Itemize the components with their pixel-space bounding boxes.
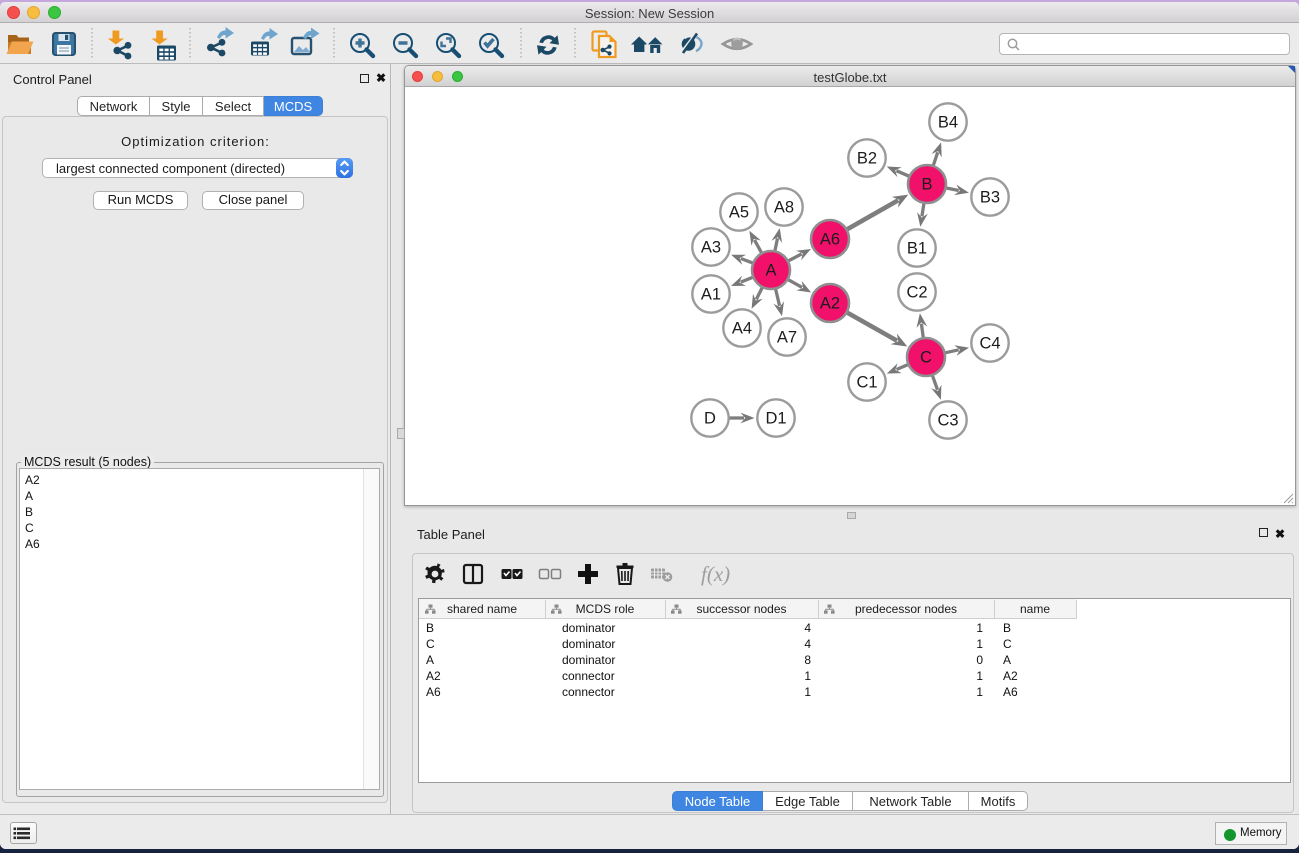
svg-text:B2: B2 — [857, 150, 877, 168]
svg-text:A: A — [765, 262, 776, 280]
svg-text:C2: C2 — [906, 284, 927, 302]
svg-text:A3: A3 — [701, 239, 721, 257]
svg-text:A8: A8 — [774, 199, 794, 217]
svg-text:B4: B4 — [938, 114, 958, 132]
svg-text:B1: B1 — [907, 240, 927, 258]
svg-text:B: B — [921, 176, 932, 194]
svg-text:f(x): f(x) — [701, 562, 730, 586]
svg-text:D: D — [704, 410, 716, 428]
svg-text:C: C — [920, 349, 932, 367]
svg-text:B3: B3 — [980, 189, 1000, 207]
svg-text:A5: A5 — [729, 204, 749, 222]
svg-text:A7: A7 — [777, 329, 797, 347]
svg-text:D1: D1 — [765, 410, 786, 428]
svg-text:C1: C1 — [856, 374, 877, 392]
svg-text:C4: C4 — [979, 335, 1000, 353]
svg-text:C3: C3 — [937, 412, 958, 430]
svg-text:A2: A2 — [820, 295, 840, 313]
svg-text:A1: A1 — [701, 286, 721, 304]
svg-text:A4: A4 — [732, 320, 752, 338]
svg-text:A6: A6 — [820, 231, 840, 249]
